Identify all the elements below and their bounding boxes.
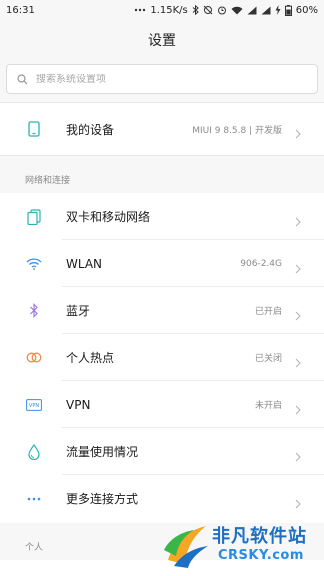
settings-screen: 16:31 1.15K/s 60% 设置 搜索系统设置项 我的设备 MIUI 9… [0, 0, 324, 576]
network-section-header: 网络和连接 [25, 175, 71, 186]
list-item-wlan[interactable]: WLAN 906-2.4G [0, 240, 324, 287]
chevron-right-icon [294, 306, 302, 320]
svg-text:VPN: VPN [29, 403, 39, 409]
list-item-hotspot[interactable]: 个人热点 已关闭 [0, 334, 324, 381]
personal-section-header: 个人 [25, 542, 44, 553]
phone-icon [26, 121, 42, 137]
bluetooth-status-icon [192, 5, 199, 15]
my-device-card: 我的设备 MIUI 9 8.5.8 | 开发版 [0, 103, 324, 155]
search-box[interactable] [6, 64, 318, 94]
list-item-label: VPN [66, 397, 91, 412]
battery-icon [284, 4, 292, 16]
search-input[interactable] [36, 73, 296, 85]
search-icon [17, 70, 28, 89]
list-item-label: 个人热点 [66, 351, 115, 365]
page-title: 设置 [148, 33, 176, 49]
more-notifications-icon [134, 8, 146, 12]
list-item-bluetooth[interactable]: 蓝牙 已开启 [0, 287, 324, 334]
vpn-icon: VPN [26, 397, 42, 413]
title-bar: 设置 [0, 20, 324, 60]
signal-icon [247, 6, 257, 15]
my-device-row[interactable]: 我的设备 MIUI 9 8.5.8 | 开发版 [0, 103, 324, 155]
chevron-right-icon [294, 447, 302, 461]
list-item-label: WLAN [66, 256, 103, 271]
my-device-value: MIUI 9 8.5.8 | 开发版 [192, 125, 282, 136]
list-item-value: 未开启 [254, 401, 282, 411]
data-usage-icon [26, 443, 42, 460]
status-time: 16:31 [6, 4, 35, 16]
chevron-right-icon [294, 400, 302, 414]
my-device-label: 我的设备 [66, 122, 115, 137]
wifi-icon [26, 256, 42, 272]
charging-icon [275, 5, 281, 15]
list-item-label: 蓝牙 [66, 304, 91, 318]
signal-2-icon [261, 6, 271, 15]
chevron-right-icon [294, 494, 302, 508]
bluetooth-icon [26, 303, 42, 319]
list-item-label: 更多连接方式 [66, 492, 139, 506]
chevron-right-icon [294, 353, 302, 367]
list-item-dual-sim[interactable]: 双卡和移动网络 [0, 193, 324, 240]
divider [0, 155, 324, 156]
rotate-lock-icon [203, 5, 213, 15]
personal-list [0, 560, 324, 576]
list-item-value: 已开启 [254, 307, 282, 317]
network-list: 双卡和移动网络 WLAN 906-2.4G 蓝牙 已开启 个人热点 已关闭 VP… [0, 193, 324, 523]
status-bar: 16:31 1.15K/s 60% [0, 0, 324, 20]
alarm-icon [217, 5, 227, 15]
list-item-value: 906-2.4G [240, 258, 282, 269]
chevron-right-icon [294, 259, 302, 273]
list-item-more-connections[interactable]: 更多连接方式 [0, 475, 324, 522]
list-item-value: 已关闭 [254, 354, 282, 364]
wifi-status-icon [231, 6, 243, 15]
list-item-label: 双卡和移动网络 [66, 210, 151, 224]
list-item-label: 流量使用情况 [66, 445, 139, 459]
list-item-vpn[interactable]: VPN VPN 未开启 [0, 381, 324, 428]
status-icons: 1.15K/s 60% [134, 4, 318, 16]
network-speed: 1.15K/s [150, 4, 188, 16]
hotspot-icon [26, 350, 42, 366]
battery-percent: 60% [295, 4, 318, 16]
sim-card-icon [26, 208, 42, 225]
more-dots-icon [26, 491, 42, 507]
chevron-right-icon [294, 124, 302, 139]
list-item-data-usage[interactable]: 流量使用情况 [0, 428, 324, 475]
chevron-right-icon [294, 212, 302, 226]
